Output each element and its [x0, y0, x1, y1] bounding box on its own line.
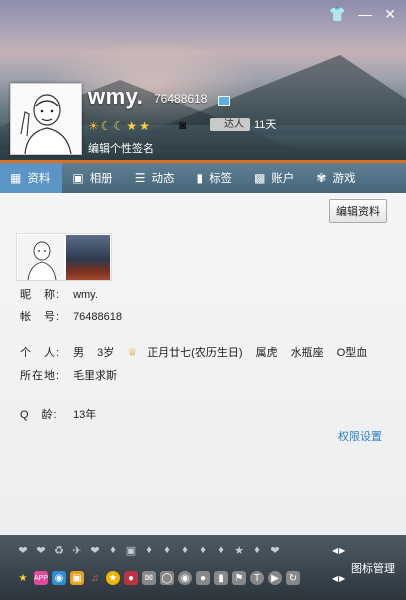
info-row-location: 所在地: 毛里求斯 — [20, 370, 118, 382]
close-button[interactable]: ✕ — [384, 6, 396, 22]
qq-number: 76488618 — [154, 92, 208, 106]
feed-icon: ☰ — [134, 171, 146, 185]
profile-card-icon: ▦ — [10, 171, 22, 185]
info-row-nickname: 昵 称: wmy. — [20, 289, 98, 301]
tab-tags[interactable]: ▮ 标签 — [186, 163, 244, 193]
icon-row-2-arrows[interactable]: ◀▶ — [332, 574, 346, 583]
video-icon[interactable]: ▶ — [268, 571, 282, 585]
star-icon[interactable]: ★ — [16, 571, 30, 585]
gift-icon[interactable]: ▣ — [70, 571, 84, 585]
game-icon: ✾ — [316, 171, 327, 185]
penguin-icon[interactable]: ◙ — [179, 118, 186, 132]
photo-icon: ▣ — [72, 171, 84, 185]
sync-icon[interactable]: ↻ — [286, 571, 300, 585]
photo-thumbnail[interactable] — [18, 235, 64, 281]
wallet-icon: ▩ — [254, 171, 266, 185]
heart-icon[interactable]: ❤ — [268, 543, 282, 557]
diamond-icon[interactable]: ♦ — [250, 543, 264, 557]
info-row-personal: 个 人: 男 3岁 ♕ 正月廿七(农历生日) 属虎 水瓶座 O型血 — [20, 347, 368, 359]
daren-badge[interactable]: 达人 11天 — [210, 117, 276, 131]
diamond-icon[interactable]: ♦ — [160, 543, 174, 557]
photo-strip — [16, 233, 112, 281]
icon-row-1: ❤ ❤ ♻ ✈ ❤ ♦ ▣ ♦ ♦ ♦ ♦ ♦ ★ ♦ ❤ — [16, 543, 282, 557]
diamond-icon[interactable]: ♦ — [196, 543, 210, 557]
level-icons[interactable]: ☀ ☾ ☾ ★ ★ — [88, 119, 150, 133]
nickname-heading: wmy. — [88, 84, 144, 109]
mail-icon[interactable]: ✉ — [142, 571, 156, 585]
minimize-button[interactable]: — — [358, 6, 372, 22]
star-icon[interactable]: ★ — [232, 543, 246, 557]
tab-profile[interactable]: ▦ 资料 — [0, 163, 63, 198]
moon-icon: ☾ — [100, 119, 112, 133]
phone-icon[interactable]: ▮ — [214, 571, 228, 585]
permission-settings-link[interactable]: 权限设置 — [338, 428, 382, 444]
window-controls: 👕 — ✕ — [329, 6, 396, 22]
shirt-icon[interactable]: 👕 — [329, 6, 346, 22]
tab-game[interactable]: ✾ 游戏 — [306, 163, 367, 193]
icon-manage-button[interactable]: 图标管理 — [351, 560, 395, 576]
daren-days: 11天 — [254, 119, 277, 131]
music-disc-icon[interactable]: ◉ — [178, 571, 192, 585]
plane-icon[interactable]: ✈ — [70, 543, 84, 557]
daren-label: 达人 — [210, 117, 250, 131]
portrait-icon[interactable]: ▣ — [124, 543, 138, 557]
profile-header-cover: 👕 — ✕ wmy. 76488618 ☀ ☾ ☾ ★ ★ ◙ 达人 11天 编… — [0, 0, 406, 163]
info-row-qage: Q 龄: 13年 — [20, 409, 97, 421]
star-icon: ★ — [139, 119, 150, 133]
moon-icon: ☾ — [113, 119, 125, 133]
qq-show-icon[interactable]: ◉ — [52, 571, 66, 585]
photo-thumbnail[interactable] — [66, 235, 110, 280]
shield-icon[interactable]: ◯ — [160, 571, 174, 585]
app-icon[interactable]: APP — [34, 571, 48, 585]
heart-icon[interactable]: ❤ — [16, 543, 30, 557]
bookmark-icon: ▮ — [196, 171, 204, 185]
diamond-icon[interactable]: ♦ — [214, 543, 228, 557]
diamond-icon[interactable]: ♦ — [142, 543, 156, 557]
qzone-icon[interactable]: ★ — [106, 571, 120, 585]
tab-account[interactable]: ▩ 账户 — [244, 163, 306, 193]
edit-profile-button[interactable]: 编辑资料 — [329, 199, 387, 223]
icon-row-1-arrows[interactable]: ◀▶ — [332, 546, 346, 555]
heart-icon[interactable]: ❤ — [88, 543, 102, 557]
flag-icon[interactable]: ⚑ — [232, 571, 246, 585]
avatar[interactable] — [10, 83, 82, 155]
icon-tray: ❤ ❤ ♻ ✈ ❤ ♦ ▣ ♦ ♦ ♦ ♦ ♦ ★ ♦ ❤ ◀▶ ★ APP ◉… — [0, 535, 406, 600]
profile-tabs: ▦ 资料 ▣ 相册 ☰ 动态 ▮ 标签 ▩ 账户 ✾ 游戏 — [0, 163, 406, 198]
crown-icon: ♕ — [127, 347, 138, 359]
vip-badge-icon[interactable] — [218, 96, 230, 106]
tab-feed[interactable]: ☰ 动态 — [125, 163, 187, 193]
diamond-icon[interactable]: ♦ — [106, 543, 120, 557]
tencent-icon[interactable]: T — [250, 571, 264, 585]
star-icon: ★ — [126, 119, 138, 133]
pet-icon[interactable]: ● — [124, 571, 138, 585]
profile-window: 👕 — ✕ wmy. 76488618 ☀ ☾ ☾ ★ ★ ◙ 达人 11天 编… — [0, 0, 406, 600]
birthday-field: ♕ 正月廿七(农历生日) — [127, 347, 243, 359]
info-row-account: 帐 号: 76488618 — [20, 311, 123, 323]
profile-content: 编辑资料 昵 称: wmy. 帐 号: 76488618 个 人: 男 3岁 ♕… — [0, 193, 406, 535]
tab-album[interactable]: ▣ 相册 — [62, 163, 124, 193]
location-icon[interactable]: ● — [196, 571, 210, 585]
icon-row-2: ★ APP ◉ ▣ ♫ ★ ● ✉ ◯ ◉ ● ▮ ⚑ T ▶ ↻ — [16, 571, 300, 585]
sun-icon: ☀ — [88, 119, 99, 133]
signature-edit[interactable]: 编辑个性签名 — [88, 140, 154, 156]
trophy-icon[interactable]: ♻ — [52, 543, 66, 557]
diamond-icon[interactable]: ♦ — [178, 543, 192, 557]
heart-icon[interactable]: ❤ — [34, 543, 48, 557]
music-icon[interactable]: ♫ — [88, 571, 102, 585]
